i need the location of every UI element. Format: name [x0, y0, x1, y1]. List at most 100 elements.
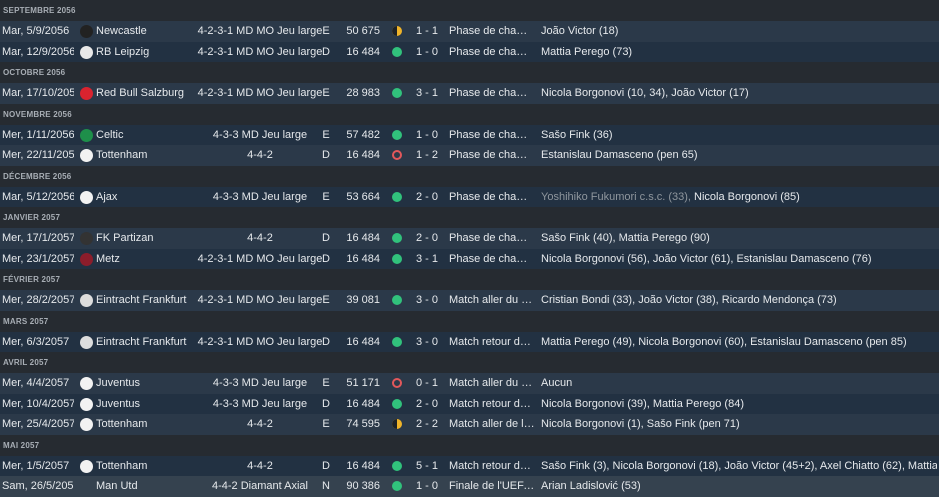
fixture-row[interactable]: Mar, 12/9/2056 RB Leipzig 4-2-3-1 MD MO Je…: [0, 41, 939, 63]
score-link[interactable]: 3 - 0: [412, 290, 442, 311]
tottenham-badge-icon: [80, 149, 93, 162]
match-date: Mer, 1/5/2057: [2, 459, 70, 472]
match-date: Mer, 23/1/2057: [2, 252, 74, 265]
competition-stage: Match retour de la Demi-finale: [449, 459, 536, 472]
own-goal-scorer: Yoshihiko Fukumori c.s.c. (33),: [541, 190, 691, 203]
score-link[interactable]: 1 - 0: [412, 476, 442, 497]
goal-scorers: Sašo Fink (40), Mattia Perego (90): [541, 228, 937, 249]
opponent-link[interactable]: FK Partizan: [96, 228, 206, 249]
fixture-row[interactable]: Mer, 1/5/2057 Tottenham 4-4-2 D 16 484 5 - 1 M…: [0, 455, 939, 477]
goal-scorers: Nicola Borgonovi (1), Sašo Fink (pen 71): [541, 414, 937, 435]
score-link[interactable]: 3 - 1: [412, 249, 442, 270]
score-link[interactable]: 1 - 0: [412, 42, 442, 63]
opponent-link[interactable]: Man Utd: [96, 476, 206, 497]
result-win-icon: [391, 232, 403, 244]
goal-scorers: Cristian Bondi (33), João Victor (38), R…: [541, 290, 937, 311]
fixture-row[interactable]: Mer, 1/11/2056 Celtic 4-3-3 MD Jeu large E 5…: [0, 124, 939, 146]
competition-stage: Phase de championnat: [449, 149, 536, 161]
newcastle-badge-icon: [80, 25, 93, 38]
venue: D: [322, 252, 330, 265]
score-link[interactable]: 3 - 1: [412, 83, 442, 104]
competition-stage: Phase de championnat: [449, 45, 536, 58]
score-link[interactable]: 1 - 0: [412, 125, 442, 146]
score-link[interactable]: 2 - 0: [412, 187, 442, 208]
opponent-link[interactable]: Tottenham: [96, 456, 206, 477]
match-date: Mer, 10/4/2057: [2, 397, 74, 410]
score-link[interactable]: 2 - 0: [412, 228, 442, 249]
goal-scorers-list: Nicola Borgonovi (56), João Victor (61),…: [541, 252, 872, 265]
month-header: JANVIER 2057: [0, 207, 939, 228]
goal-scorers: Nicola Borgonovi (39), Mattia Perego (84…: [541, 394, 937, 415]
fixture-row[interactable]: Mar, 5/9/2056 Newcastle 4-2-3-1 MD MO Jeu …: [0, 21, 939, 42]
competition-stage: Match aller du Quart de finale: [449, 377, 536, 389]
fixture-row[interactable]: Mer, 25/4/2057 Tottenham 4-4-2 E 74 595 2 - 2…: [0, 414, 939, 435]
goal-scorers: Mattia Perego (49), Nicola Borgonovi (60…: [541, 332, 937, 353]
goal-scorers-list: Nicola Borgonovi (1), Sašo Fink (pen 71): [541, 418, 740, 430]
formation: 4-2-3-1 MD MO Jeu large: [197, 335, 323, 348]
attendance: 90 386: [346, 480, 380, 492]
venue: E: [322, 128, 330, 141]
fixture-row[interactable]: Mer, 4/4/2057 Juventus 4-3-3 MD Jeu large E…: [0, 373, 939, 394]
opponent-link[interactable]: Eintracht Frankfurt: [96, 332, 206, 353]
formation: 4-4-2: [247, 459, 273, 472]
score-link[interactable]: 3 - 0: [412, 332, 442, 353]
month-header: NOVEMBRE 2056: [0, 103, 939, 125]
formation: 4-3-3 MD Jeu large: [212, 397, 308, 410]
venue: D: [322, 397, 330, 410]
opponent-link[interactable]: Red Bull Salzburg: [96, 83, 206, 104]
score-link[interactable]: 2 - 0: [412, 394, 442, 415]
opponent-link[interactable]: Eintracht Frankfurt: [96, 290, 206, 311]
opponent-link[interactable]: Celtic: [96, 125, 206, 146]
juventus-badge-icon: [80, 377, 93, 390]
fixture-row[interactable]: Mer, 23/1/2057 Metz 4-2-3-1 MD MO Jeu larg…: [0, 248, 939, 270]
opponent-link[interactable]: Tottenham: [96, 414, 206, 435]
fixtures-list: SEPTEMBRE 2056 Mar, 5/9/2056 Newcastle 4-2-…: [0, 0, 939, 497]
attendance: 16 484: [346, 335, 380, 348]
fixture-row[interactable]: Mer, 17/1/2057 FK Partizan 4-4-2 D 16 484 2 -…: [0, 228, 939, 249]
goal-scorers: Nicola Borgonovi (10, 34), João Victor (…: [541, 83, 937, 104]
fixture-row[interactable]: Mer, 6/3/2057 Eintracht Frankfurt 4-2-3-1 …: [0, 331, 939, 353]
fixture-row[interactable]: Mer, 22/11/2056 Tottenham 4-4-2 D 16 484 1 - …: [0, 145, 939, 166]
match-date: Mer, 28/2/2057: [2, 294, 74, 306]
goal-scorers: Yoshihiko Fukumori c.s.c. (33), Nicola B…: [541, 187, 937, 208]
fixture-row[interactable]: Mer, 28/2/2057 Eintracht Frankfurt 4-2-3-1…: [0, 290, 939, 311]
opponent-link[interactable]: Newcastle: [96, 21, 206, 42]
venue: D: [322, 45, 330, 58]
score-link[interactable]: 1 - 2: [412, 145, 442, 166]
month-header: FÉVRIER 2057: [0, 269, 939, 290]
goal-scorers-list: Nicola Borgonovi (10, 34), João Victor (…: [541, 87, 749, 99]
attendance: 28 983: [346, 87, 380, 99]
opponent-link[interactable]: Ajax: [96, 187, 206, 208]
goal-scorers-list: João Victor (18): [541, 25, 619, 37]
result-win-icon: [391, 87, 403, 99]
tottenham-badge-icon: [80, 418, 93, 431]
opponent-link[interactable]: Juventus: [96, 394, 206, 415]
opponent-link[interactable]: Metz: [96, 249, 206, 270]
score-link[interactable]: 1 - 1: [412, 21, 442, 42]
ajax-badge-icon: [80, 190, 93, 204]
fixture-row[interactable]: Mar, 17/10/2056 Red Bull Salzburg 4-2-3-1 …: [0, 83, 939, 104]
opponent-link[interactable]: Tottenham: [96, 145, 206, 166]
opponent-link[interactable]: Juventus: [96, 373, 206, 394]
attendance: 16 484: [346, 232, 380, 244]
venue: N: [322, 480, 330, 492]
eintracht-frankfurt-badge-icon: [80, 294, 93, 307]
score-link[interactable]: 5 - 1: [412, 456, 442, 477]
attendance: 51 171: [346, 377, 380, 389]
tottenham-badge-icon: [80, 459, 93, 473]
result-win-icon: [391, 46, 403, 58]
match-date: Mar, 17/10/2056: [2, 87, 74, 99]
opponent-link[interactable]: RB Leipzig: [96, 42, 206, 63]
match-date: Mar, 12/9/2056: [2, 45, 74, 58]
attendance: 16 484: [346, 252, 380, 265]
fixture-row[interactable]: Sam, 26/5/2057 Man Utd 4-4-2 Diamant Axial…: [0, 476, 939, 497]
fixture-row[interactable]: Mar, 5/12/2056 Ajax 4-3-3 MD Jeu large E 53 …: [0, 186, 939, 208]
score-link[interactable]: 2 - 2: [412, 414, 442, 435]
month-header: MAI 2057: [0, 434, 939, 456]
venue: E: [322, 190, 330, 203]
score-link[interactable]: 0 - 1: [412, 373, 442, 394]
fixture-row[interactable]: Mer, 10/4/2057 Juventus 4-3-3 MD Jeu large…: [0, 393, 939, 415]
month-header: SEPTEMBRE 2056: [0, 0, 939, 21]
attendance: 39 081: [346, 294, 380, 306]
result-win-icon: [391, 253, 403, 265]
